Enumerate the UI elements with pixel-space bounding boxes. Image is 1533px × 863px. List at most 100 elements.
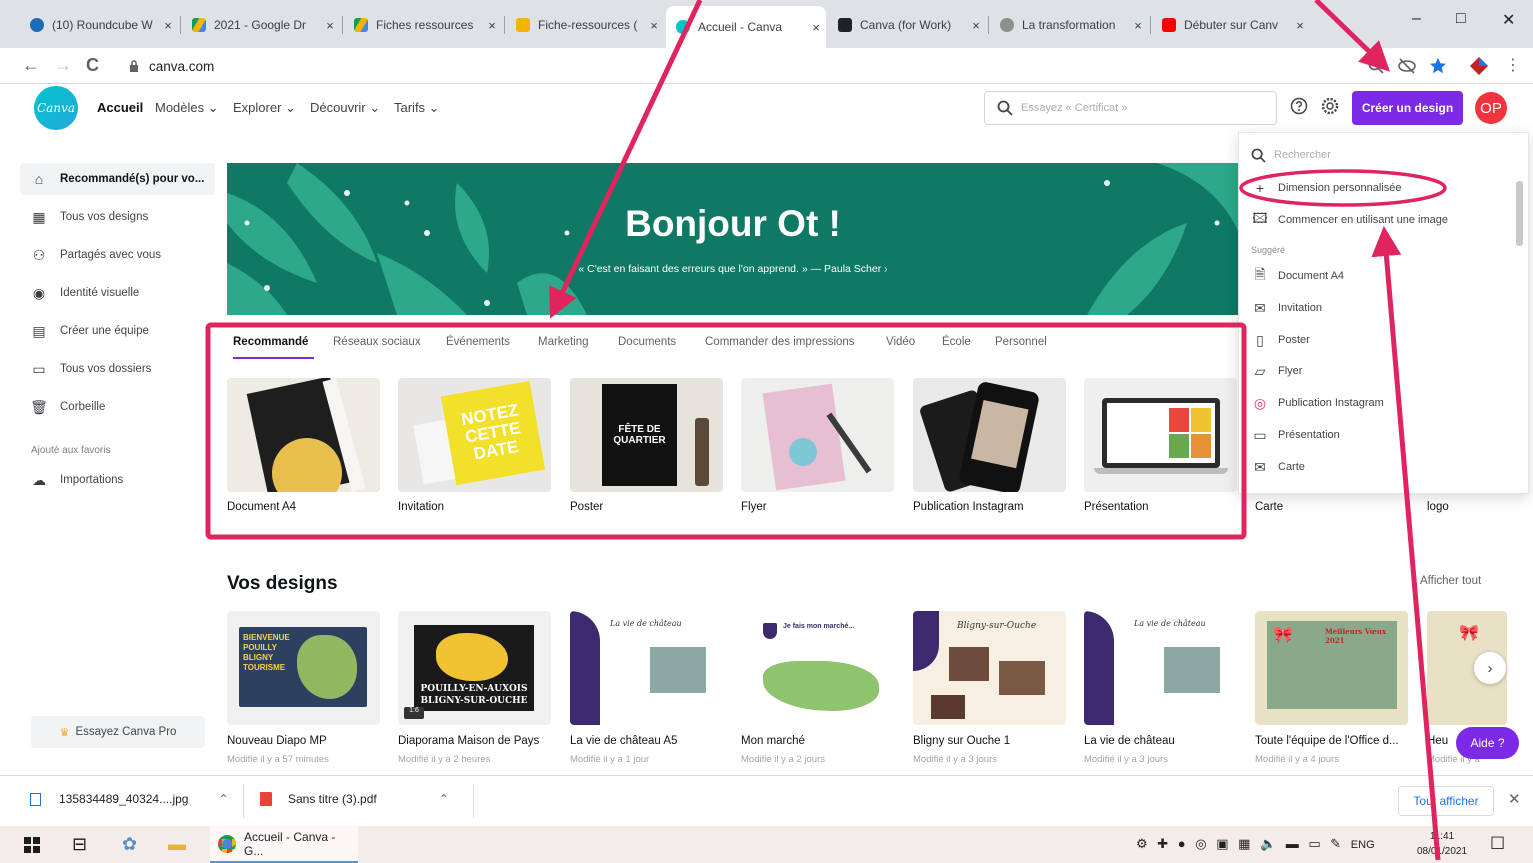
file-explorer-icon[interactable]: ▬ [168, 834, 186, 855]
chevron-up-icon[interactable]: ⌃ [218, 792, 228, 806]
url-field[interactable]: canva.com [117, 52, 1377, 80]
notification-icon[interactable]: ☐ [1490, 834, 1505, 854]
browser-tab[interactable]: Fiches ressources × [344, 9, 502, 41]
design-thumbnail[interactable]: Je fais mon marché... [741, 611, 894, 725]
close-tab-icon[interactable]: × [158, 18, 178, 33]
template-card-invitation[interactable]: NOTEZ CETTE DATE [398, 378, 551, 492]
sidebar-item-folders[interactable]: ▭ Tous vos dossiers [20, 353, 215, 385]
design-title[interactable]: Nouveau Diapo MP [227, 735, 387, 747]
design-thumbnail[interactable]: 🎀 Meilleurs Vœux 2021 [1255, 611, 1408, 725]
help-button[interactable]: Aide ? [1456, 727, 1519, 759]
nav-tarifs[interactable]: Tarifs ⌄ [394, 100, 440, 116]
nav-explorer[interactable]: Explorer ⌄ [233, 100, 296, 116]
template-label[interactable]: Poster [570, 501, 603, 513]
nav-decouvrir[interactable]: Découvrir ⌄ [310, 100, 380, 116]
search-input[interactable]: Essayez « Certificat » [984, 91, 1277, 125]
chevron-up-icon[interactable]: ⌃ [439, 792, 449, 806]
download-item[interactable]: Sans titre (3).pdf ⌃ [260, 792, 449, 806]
custom-size-option[interactable]: + Dimension personnalisée [1251, 174, 1402, 202]
system-tray[interactable]: ⚙ ✚ ● ◎ ▣ ▦ 🔈 ▬ ▭ ✎ ENG [1136, 836, 1375, 852]
create-design-button[interactable]: Créer un design [1352, 91, 1463, 125]
template-label[interactable]: Flyer [741, 501, 767, 513]
close-tab-icon[interactable]: × [644, 18, 664, 33]
template-label[interactable]: logo [1427, 501, 1449, 513]
forward-icon[interactable]: → [54, 55, 72, 76]
browser-tab[interactable]: Fiche-ressources (× [506, 9, 664, 41]
browser-tab[interactable]: 2021 - Google Dr × [182, 9, 340, 41]
browser-tab[interactable]: Canva (for Work) × [828, 9, 986, 41]
suggestion-card[interactable]: ✉ Carte [1251, 453, 1305, 481]
design-title[interactable]: La vie de château [1084, 735, 1244, 747]
browser-tab[interactable]: Débuter sur Canv × [1152, 9, 1310, 41]
suggestion-invitation[interactable]: ✉ Invitation [1251, 294, 1322, 322]
design-title[interactable]: Bligny sur Ouche 1 [913, 735, 1073, 747]
system-clock[interactable]: 11:41 08/01/2021 [1410, 829, 1474, 859]
bookmark-star-icon[interactable] [1429, 57, 1447, 75]
extension-icon[interactable] [1468, 56, 1490, 76]
close-tab-icon[interactable]: × [320, 18, 340, 33]
template-card-presentation[interactable] [1084, 378, 1237, 492]
tab-ecole[interactable]: École [942, 336, 971, 348]
design-thumbnail[interactable]: Bligny-sur-Ouche [913, 611, 1066, 725]
app-icon[interactable]: ✿ [122, 834, 137, 855]
dropdown-scrollbar[interactable] [1514, 171, 1524, 493]
settings-gear-icon[interactable] [1321, 97, 1339, 115]
tab-evenements[interactable]: Événements [446, 336, 510, 348]
design-thumbnail[interactable]: La vie de château [1084, 611, 1237, 725]
start-with-image-option[interactable]: 🖾 Commencer en utilisant une image [1251, 206, 1448, 234]
try-canva-pro-button[interactable]: ♛ Essayez Canva Pro [31, 716, 205, 748]
close-tab-icon[interactable]: × [806, 20, 826, 35]
dropdown-search-input[interactable]: Rechercher [1251, 141, 1515, 169]
close-window-icon[interactable]: ✕ [1502, 10, 1515, 30]
sidebar-item-trash[interactable]: 🗑 Corbeille [20, 391, 215, 423]
zoom-icon[interactable] [1368, 58, 1384, 74]
browser-tab[interactable]: (10) Roundcube W × [20, 9, 178, 41]
carousel-next-button[interactable]: › [1474, 652, 1506, 684]
close-tab-icon[interactable]: × [966, 18, 986, 33]
browser-tab[interactable]: La transformation × [990, 9, 1148, 41]
template-label[interactable]: Publication Instagram [913, 501, 1024, 513]
close-tab-icon[interactable]: × [482, 18, 502, 33]
suggestion-poster[interactable]: ▯ Poster [1251, 326, 1310, 354]
suggestion-flyer[interactable]: ▱ Flyer [1251, 357, 1303, 385]
nav-modeles[interactable]: Modèles ⌄ [155, 100, 219, 116]
sidebar-item-create-team[interactable]: ▤ Créer une équipe [20, 315, 215, 347]
template-card-poster[interactable]: FÊTE DE QUARTIER [570, 378, 723, 492]
help-icon[interactable] [1290, 97, 1308, 115]
tab-marketing[interactable]: Marketing [538, 336, 589, 348]
tab-recommande[interactable]: Recommandé [233, 336, 308, 348]
language-indicator[interactable]: ENG [1351, 839, 1375, 851]
template-label[interactable]: Invitation [398, 501, 444, 513]
design-thumbnail[interactable]: POUILLY-EN-AUXOIS BLIGNY-SUR-OUCHE 1:6 [398, 611, 551, 725]
show-all-downloads-button[interactable]: Tout afficher [1398, 786, 1494, 816]
design-thumbnail[interactable]: La vie de château [570, 611, 723, 725]
close-tab-icon[interactable]: × [1290, 18, 1310, 33]
avatar[interactable]: OP [1475, 92, 1507, 124]
design-thumbnail[interactable]: BIENVENUE POUILLY BLIGNY TOURISME [227, 611, 380, 725]
browser-tab-active[interactable]: Accueil - Canva × [666, 6, 826, 48]
suggestion-document-a4[interactable]: 🗎 Document A4 [1251, 262, 1344, 290]
tab-video[interactable]: Vidéo [886, 336, 915, 348]
browser-menu-icon[interactable]: ⋮ [1505, 55, 1521, 75]
taskbar-chrome-app[interactable]: Accueil - Canva - G... [210, 826, 358, 863]
minimize-window-icon[interactable]: – [1412, 10, 1421, 28]
maximize-window-icon[interactable]: □ [1456, 10, 1466, 28]
template-label[interactable]: Document A4 [227, 501, 296, 513]
suggestion-presentation[interactable]: ▭ Présentation [1251, 421, 1339, 449]
tab-reseaux-sociaux[interactable]: Réseaux sociaux [333, 336, 421, 348]
close-tab-icon[interactable]: × [1128, 18, 1148, 33]
close-download-bar-icon[interactable]: ✕ [1508, 790, 1521, 808]
template-label[interactable]: Présentation [1084, 501, 1149, 513]
tab-documents[interactable]: Documents [618, 336, 676, 348]
tab-commander-impressions[interactable]: Commander des impressions [705, 336, 855, 348]
canva-logo[interactable]: Canva [34, 86, 78, 130]
windows-start-icon[interactable] [24, 837, 40, 853]
design-title[interactable]: Mon marché [741, 735, 901, 747]
tab-personnel[interactable]: Personnel [995, 336, 1047, 348]
design-title[interactable]: Diaporama Maison de Pays [398, 735, 558, 747]
reload-icon[interactable]: C [86, 55, 99, 76]
sidebar-item-shared[interactable]: ⚇ Partagés avec vous [20, 239, 215, 271]
design-title[interactable]: Heu [1427, 735, 1457, 747]
sidebar-item-imports[interactable]: ☁ Importations [20, 464, 215, 496]
banner-quote[interactable]: « C'est en faisant des erreurs que l'on … [227, 263, 1239, 275]
